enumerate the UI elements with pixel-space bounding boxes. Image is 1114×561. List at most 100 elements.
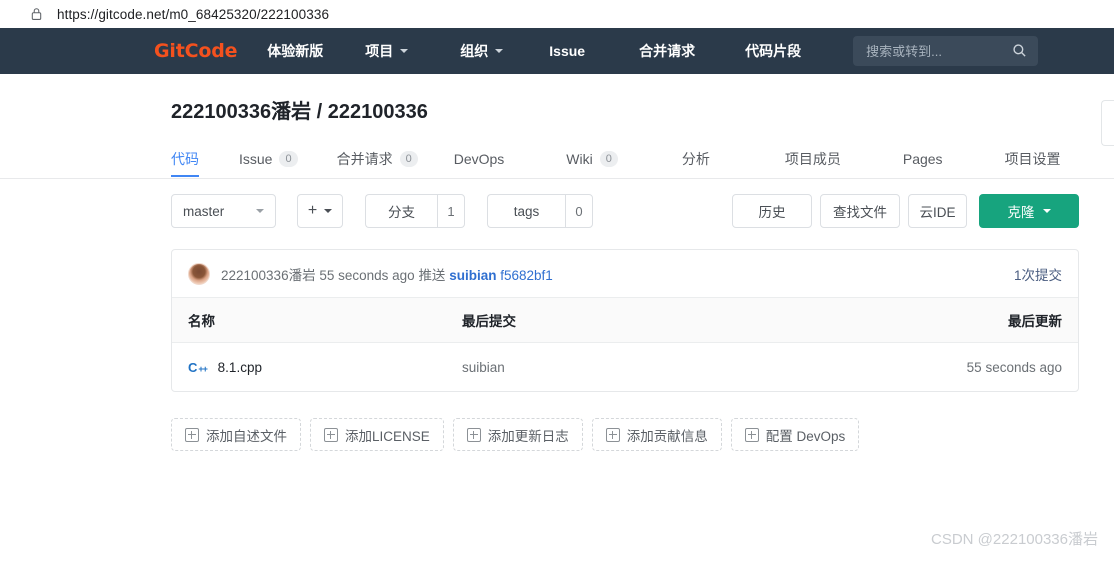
logo-text: GitCode (154, 40, 238, 62)
tab-devops[interactable]: DevOps (454, 141, 505, 177)
commit-hash[interactable]: f5682bf1 (500, 268, 553, 283)
nav-label: 合并请求 (639, 43, 696, 59)
history-button[interactable]: 历史 (732, 194, 812, 228)
commit-time: 55 seconds ago (319, 267, 415, 283)
find-file-button[interactable]: 查找文件 (820, 194, 900, 228)
nav-item-projects[interactable]: 项目 (365, 41, 409, 61)
tags-count[interactable]: 0 (565, 194, 593, 228)
clone-button[interactable]: 克隆 (979, 194, 1079, 228)
commit-count-link[interactable]: 1次提交 (1014, 264, 1062, 284)
clone-label: 克隆 (1007, 205, 1035, 220)
avatar (188, 262, 210, 285)
column-header-name: 名称 (188, 314, 215, 329)
project-tabs: 代码 Issue 0 合并请求 0 DevOps Wiki 0 分析 项目成员 … (0, 141, 1114, 179)
branch-selector-value: master (183, 203, 225, 219)
plus-square-icon (324, 427, 338, 442)
tab-settings[interactable]: 项目设置 (1005, 141, 1061, 177)
action-label: 添加贡献信息 (626, 428, 708, 444)
tab-issue[interactable]: Issue 0 (239, 141, 298, 177)
tags-counter[interactable]: tags 0 (487, 194, 593, 228)
tab-count-badge: 0 (599, 151, 618, 167)
plus-square-icon (466, 427, 481, 442)
file-name-cell[interactable]: C ++ 8.1.cpp (188, 360, 262, 375)
tab-pages[interactable]: Pages (903, 141, 943, 177)
chevron-down-icon (495, 49, 504, 53)
commit-message[interactable]: suibian (449, 268, 496, 283)
search-input[interactable] (864, 42, 999, 60)
file-last-commit[interactable]: suibian (462, 360, 505, 375)
nav-label: 代码片段 (745, 43, 802, 59)
chevron-down-icon (256, 209, 264, 213)
tab-label: Wiki (566, 151, 593, 167)
add-readme-button[interactable]: 添加自述文件 (171, 418, 301, 451)
nav-label: 组织 (460, 43, 489, 59)
chevron-down-icon (1042, 209, 1051, 213)
tab-label: 代码 (171, 151, 199, 167)
nav-item-organizations[interactable]: 组织 (460, 41, 504, 61)
tab-label: Issue (239, 151, 273, 167)
tab-wiki[interactable]: Wiki 0 (566, 141, 618, 177)
repo-setup-actions: 添加自述文件 添加LICENSE 添加更新日志 添加贡献信息 配置 DevOps (171, 418, 868, 451)
file-name[interactable]: 8.1.cpp (218, 360, 262, 375)
tab-label: 项目成员 (784, 151, 841, 167)
repository-file-card: 222100336潘岩 55 seconds ago 推送 suibian f5… (171, 249, 1079, 392)
column-header-last-commit: 最后提交 (462, 314, 516, 329)
tags-label[interactable]: tags (487, 194, 565, 228)
action-label: 添加LICENSE (345, 428, 430, 444)
nav-item-merge-requests[interactable]: 合并请求 (639, 41, 695, 61)
branches-label[interactable]: 分支 (365, 194, 437, 228)
browser-chrome: https://gitcode.net/m0_68425320/22210033… (0, 0, 1114, 28)
branches-counter[interactable]: 分支 1 (365, 194, 465, 228)
tab-members[interactable]: 项目成员 (785, 141, 841, 177)
nav-label: Issue (549, 43, 586, 59)
tab-label: DevOps (453, 151, 505, 167)
nav-item-issue[interactable]: Issue (549, 43, 585, 59)
repo-toolbar-left: master + 分支 1 tags 0 (171, 194, 593, 228)
add-license-button[interactable]: 添加LICENSE (310, 418, 444, 451)
file-last-update: 55 seconds ago (966, 359, 1062, 375)
add-contributing-button[interactable]: 添加贡献信息 (591, 418, 722, 451)
global-search[interactable] (853, 36, 1039, 66)
latest-commit-bar: 222100336潘岩 55 seconds ago 推送 suibian f5… (172, 250, 1078, 298)
nav-label: 项目 (365, 43, 394, 59)
lock-icon (30, 7, 43, 21)
add-changelog-button[interactable]: 添加更新日志 (452, 418, 583, 451)
tab-merge-requests[interactable]: 合并请求 0 (337, 141, 418, 177)
tab-code[interactable]: 代码 (171, 141, 199, 177)
nav-item-snippets[interactable]: 代码片段 (745, 41, 801, 61)
nav-label: 体验新版 (267, 43, 324, 59)
commit-author[interactable]: 222100336潘岩 (221, 268, 316, 283)
add-menu-button[interactable]: + (297, 194, 343, 228)
plus-square-icon (605, 427, 620, 442)
cpp-file-icon: C ++ (188, 359, 208, 375)
tab-analytics[interactable]: 分析 (682, 141, 710, 177)
commit-action: 推送 (418, 267, 446, 283)
latest-commit-text: 222100336潘岩 55 seconds ago 推送 suibian f5… (221, 264, 553, 284)
plus-square-icon (744, 427, 759, 442)
branch-selector[interactable]: master (171, 194, 276, 228)
address-bar[interactable]: https://gitcode.net/m0_68425320/22210033… (8, 0, 1098, 28)
cloud-ide-button[interactable]: 云IDE (908, 194, 967, 228)
chevron-down-icon (400, 49, 409, 53)
file-table-header: 名称 最后提交 最后更新 (172, 298, 1078, 343)
action-label: 配置 DevOps (765, 428, 846, 444)
tab-count-badge: 0 (279, 151, 298, 167)
top-navigation-bar: GitCode 体验新版 项目 组织 Issue 合并请求 代码片段 (0, 28, 1114, 74)
csdn-watermark: CSDN @222100336潘岩 (931, 531, 1098, 548)
action-label: 添加更新日志 (487, 428, 569, 444)
tab-count-badge: 0 (399, 151, 418, 167)
gitcode-logo[interactable]: GitCode (154, 40, 237, 62)
plus-icon: + (307, 202, 318, 219)
page-title: 222100336潘岩 / 222100336 (171, 101, 428, 123)
nav-item-new-version[interactable]: 体验新版 (267, 41, 323, 61)
table-row[interactable]: C ++ 8.1.cpp suibian 55 seconds ago (172, 343, 1078, 391)
edge-side-widget[interactable] (1101, 100, 1114, 146)
configure-devops-button[interactable]: 配置 DevOps (730, 418, 860, 451)
tab-label: 合并请求 (336, 151, 393, 167)
search-icon[interactable] (1012, 43, 1027, 58)
chevron-down-icon (324, 209, 333, 213)
tab-label: 分析 (681, 151, 710, 167)
tab-label: Pages (902, 151, 943, 167)
branches-count[interactable]: 1 (437, 194, 465, 228)
tab-label: 项目设置 (1004, 151, 1061, 167)
